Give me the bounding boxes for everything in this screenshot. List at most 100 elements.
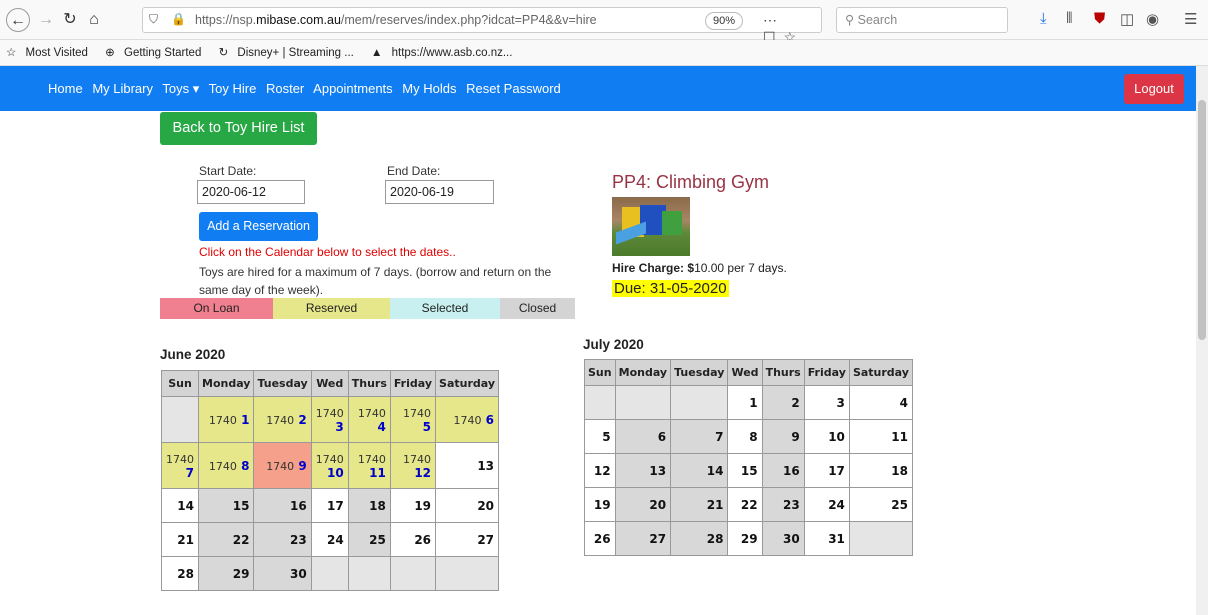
forward-arrow-icon[interactable]: → <box>34 8 58 32</box>
july-day-empty <box>670 385 729 420</box>
add-reservation-button[interactable]: Add a Reservation <box>199 212 318 241</box>
bookmark-disney[interactable]: ↻ Disney+ | Streaming ... <box>219 47 358 59</box>
june-day-13[interactable]: 13 <box>435 442 500 489</box>
july-day-15[interactable]: 15 <box>727 453 763 488</box>
back-to-toy-hire-button[interactable]: Back to Toy Hire List <box>160 112 317 145</box>
july-day-25[interactable]: 25 <box>848 487 914 522</box>
bookmark-most-visited[interactable]: ☆ Most Visited <box>6 47 92 59</box>
scrollbar-thumb[interactable] <box>1198 100 1206 340</box>
july-day-10[interactable]: 10 <box>803 419 850 454</box>
june-day-8[interactable]: 1740 8 <box>197 442 255 489</box>
june-day-5[interactable]: 1740 5 <box>389 396 437 443</box>
july-day-6[interactable]: 6 <box>614 419 672 454</box>
july-day-17[interactable]: 17 <box>803 453 850 488</box>
start-date-input[interactable]: 2020-06-12 <box>197 180 305 204</box>
july-day-26[interactable]: 26 <box>584 521 616 556</box>
july-day-23[interactable]: 23 <box>761 487 805 522</box>
july-day-24[interactable]: 24 <box>803 487 850 522</box>
june-day-28[interactable]: 28 <box>161 556 199 591</box>
url-bar[interactable]: ⛉ 🔒 https://nsp.mibase.com.au/mem/reserv… <box>142 7 822 45</box>
july-day-30[interactable]: 30 <box>761 521 805 556</box>
june-day-24[interactable]: 24 <box>310 522 349 557</box>
june-day-2[interactable]: 1740 2 <box>253 396 312 443</box>
june-day-29[interactable]: 29 <box>197 556 255 591</box>
nav-home[interactable]: Home <box>48 81 83 96</box>
zoom-badge[interactable]: 90% <box>705 12 743 30</box>
library-icon[interactable]: ⦀ <box>1066 10 1073 27</box>
june-day-22[interactable]: 22 <box>197 522 255 557</box>
reload-icon[interactable]: ↻ <box>58 8 82 32</box>
download-icon[interactable]: ⤓ <box>1040 10 1047 27</box>
july-day-12[interactable]: 12 <box>584 453 616 488</box>
nav-my-library[interactable]: My Library <box>92 81 153 96</box>
july-day-28[interactable]: 28 <box>670 521 729 556</box>
end-date-input[interactable]: 2020-06-19 <box>385 180 494 204</box>
july-day-1[interactable]: 1 <box>727 385 763 420</box>
june-day-17[interactable]: 17 <box>310 488 349 523</box>
july-day-22[interactable]: 22 <box>727 487 763 522</box>
july-day-13[interactable]: 13 <box>614 453 672 488</box>
july-header: Sun <box>584 359 616 386</box>
menu-icon[interactable]: ☰ <box>1184 10 1197 28</box>
june-day-18[interactable]: 18 <box>347 488 391 523</box>
june-day-4[interactable]: 1740 4 <box>347 396 391 443</box>
browser-toolbar: ← → ↻ ⌂ ⛉ 🔒 https://nsp.mibase.com.au/me… <box>0 0 1208 45</box>
june-day-7[interactable]: 1740 7 <box>161 442 199 489</box>
june-day-16[interactable]: 16 <box>253 488 312 523</box>
nav-toys[interactable]: Toys ▾ <box>162 81 199 96</box>
shield-icon[interactable]: ⛉ <box>149 12 158 27</box>
june-day-1[interactable]: 1740 1 <box>197 396 255 443</box>
ublock-icon[interactable]: ⛊ <box>1094 10 1105 27</box>
june-day-19[interactable]: 19 <box>389 488 437 523</box>
july-day-7[interactable]: 7 <box>670 419 729 454</box>
sidebar-icon[interactable]: ◫ <box>1120 10 1134 28</box>
july-day-18[interactable]: 18 <box>848 453 914 488</box>
june-day-14[interactable]: 14 <box>161 488 199 523</box>
logout-button[interactable]: Logout <box>1124 74 1184 104</box>
search-input[interactable]: ⚲ Search <box>836 7 1008 33</box>
july-day-27[interactable]: 27 <box>614 521 672 556</box>
july-day-2[interactable]: 2 <box>761 385 805 420</box>
july-day-21[interactable]: 21 <box>670 487 729 522</box>
july-day-31[interactable]: 31 <box>803 521 850 556</box>
july-day-5[interactable]: 5 <box>584 419 616 454</box>
june-day-20[interactable]: 20 <box>435 488 500 523</box>
july-day-11[interactable]: 11 <box>848 419 914 454</box>
back-arrow-icon[interactable]: ← <box>6 8 30 32</box>
july-day-9[interactable]: 9 <box>761 419 805 454</box>
june-day-21[interactable]: 21 <box>161 522 199 557</box>
nav-appointments[interactable]: Appointments <box>313 81 393 96</box>
july-day-20[interactable]: 20 <box>614 487 672 522</box>
july-day-14[interactable]: 14 <box>670 453 729 488</box>
nav-reset-password[interactable]: Reset Password <box>466 81 561 96</box>
june-day-10[interactable]: 1740 10 <box>310 442 349 489</box>
june-day-25[interactable]: 25 <box>347 522 391 557</box>
july-day-3[interactable]: 3 <box>803 385 850 420</box>
july-day-19[interactable]: 19 <box>584 487 616 522</box>
june-day-9[interactable]: 1740 9 <box>253 442 312 489</box>
june-day-26[interactable]: 26 <box>389 522 437 557</box>
nav-my-holds[interactable]: My Holds <box>402 81 456 96</box>
nav-roster[interactable]: Roster <box>266 81 304 96</box>
july-day-8[interactable]: 8 <box>727 419 763 454</box>
july-day-16[interactable]: 16 <box>761 453 805 488</box>
july-day-29[interactable]: 29 <box>727 521 763 556</box>
june-day-3[interactable]: 1740 3 <box>310 396 349 443</box>
bookmark-asb[interactable]: ▲ https://www.asb.co.nz... <box>371 47 516 59</box>
june-day-30[interactable]: 30 <box>253 556 312 591</box>
account-icon[interactable]: ◉ <box>1146 10 1159 28</box>
june-day-27[interactable]: 27 <box>435 522 500 557</box>
june-header: Monday <box>197 370 255 397</box>
lock-icon: 🔒 <box>171 12 186 26</box>
june-day-12[interactable]: 1740 12 <box>389 442 437 489</box>
nav-toy-hire[interactable]: Toy Hire <box>209 81 257 96</box>
july-day-4[interactable]: 4 <box>848 385 914 420</box>
june-day-15[interactable]: 15 <box>197 488 255 523</box>
bookmarks-bar: ☆ Most Visited ⊕ Getting Started ↻ Disne… <box>0 40 1208 66</box>
june-header: Wed <box>310 370 349 397</box>
june-day-23[interactable]: 23 <box>253 522 312 557</box>
june-day-11[interactable]: 1740 11 <box>347 442 391 489</box>
june-day-6[interactable]: 1740 6 <box>435 396 500 443</box>
home-icon[interactable]: ⌂ <box>82 8 106 32</box>
bookmark-getting-started[interactable]: ⊕ Getting Started <box>105 47 205 59</box>
